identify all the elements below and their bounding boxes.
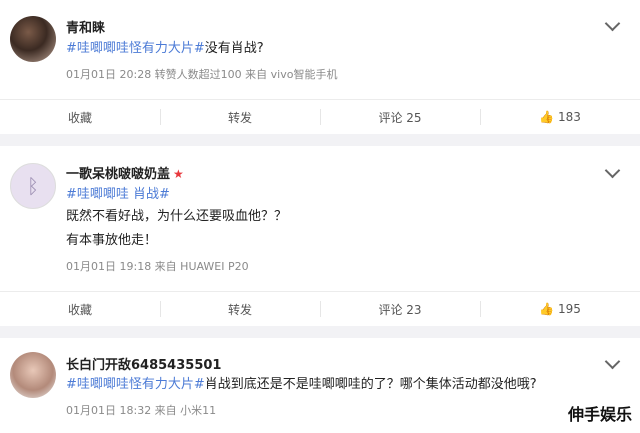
post-card: ᛒ 一歌呆桃啵啵奶盖 ★ #哇唧唧哇 肖战# 既然不看好战，为什么还要吸血他？？ …	[0, 146, 640, 326]
username[interactable]: 一歌呆桃啵啵奶盖 ★	[66, 163, 184, 182]
post-body: 肖战到底还是不是哇唧唧哇的了？哪个集体活动都没他哦?	[204, 377, 537, 392]
topic-link[interactable]: #哇唧唧哇怪有力大片#	[66, 377, 205, 392]
avatar[interactable]: ᛒ	[10, 163, 56, 209]
comment-button[interactable]: 评论 25	[320, 100, 480, 134]
bluetooth-icon: ᛒ	[27, 174, 39, 198]
avatar[interactable]	[10, 16, 56, 62]
post-body-line: 有本事放他走！	[66, 233, 158, 248]
avatar[interactable]	[10, 352, 56, 398]
chevron-down-icon[interactable]	[604, 162, 621, 179]
post-meta: 01月01日 18:32 来自 小米11	[66, 404, 217, 417]
favorite-button[interactable]: 收藏	[0, 292, 160, 326]
repost-button[interactable]: 转发	[160, 100, 320, 134]
topic-link[interactable]: #哇唧唧哇怪有力大片#	[66, 41, 205, 56]
favorite-button[interactable]: 收藏	[0, 100, 160, 134]
action-bar: 收藏 转发 评论 23 👍 195	[0, 291, 640, 326]
chevron-down-icon[interactable]	[604, 15, 621, 32]
post-text: #哇唧唧哇怪有力大片#没有肖战?	[66, 40, 264, 58]
username[interactable]: 青和睐	[66, 17, 105, 36]
like-button[interactable]: 👍 195	[480, 292, 640, 326]
repost-button[interactable]: 转发	[160, 292, 320, 326]
topic-link[interactable]: #哇唧唧哇 肖战#	[66, 186, 170, 204]
post-card: 长白门开敌6485435501 #哇唧唧哇怪有力大片#肖战到底还是不是哇唧唧哇的…	[0, 338, 640, 433]
post-meta: 01月01日 19:18 来自 HUAWEI P20	[66, 260, 249, 273]
post-card: 青和睐 #哇唧唧哇怪有力大片#没有肖战? 01月01日 20:28 转赞人数超过…	[0, 0, 640, 134]
like-button[interactable]: 👍 183	[480, 100, 640, 134]
star-icon: ★	[173, 167, 184, 181]
post-meta: 01月01日 20:28 转赞人数超过100 来自 vivo智能手机	[66, 68, 338, 81]
post-body: 没有肖战?	[204, 41, 264, 56]
username[interactable]: 长白门开敌6485435501	[66, 354, 221, 373]
chevron-down-icon[interactable]	[604, 353, 621, 370]
watermark: 伸手娱乐	[567, 405, 632, 424]
thumbs-up-icon: 👍	[539, 302, 555, 316]
thumbs-up-icon: 👍	[539, 110, 555, 124]
post-body-line: 既然不看好战，为什么还要吸血他？？	[66, 209, 288, 224]
action-bar: 收藏 转发 评论 25 👍 183	[0, 99, 640, 134]
post-text: #哇唧唧哇怪有力大片#肖战到底还是不是哇唧唧哇的了？哪个集体活动都没他哦?	[66, 376, 537, 394]
comment-button[interactable]: 评论 23	[320, 292, 480, 326]
